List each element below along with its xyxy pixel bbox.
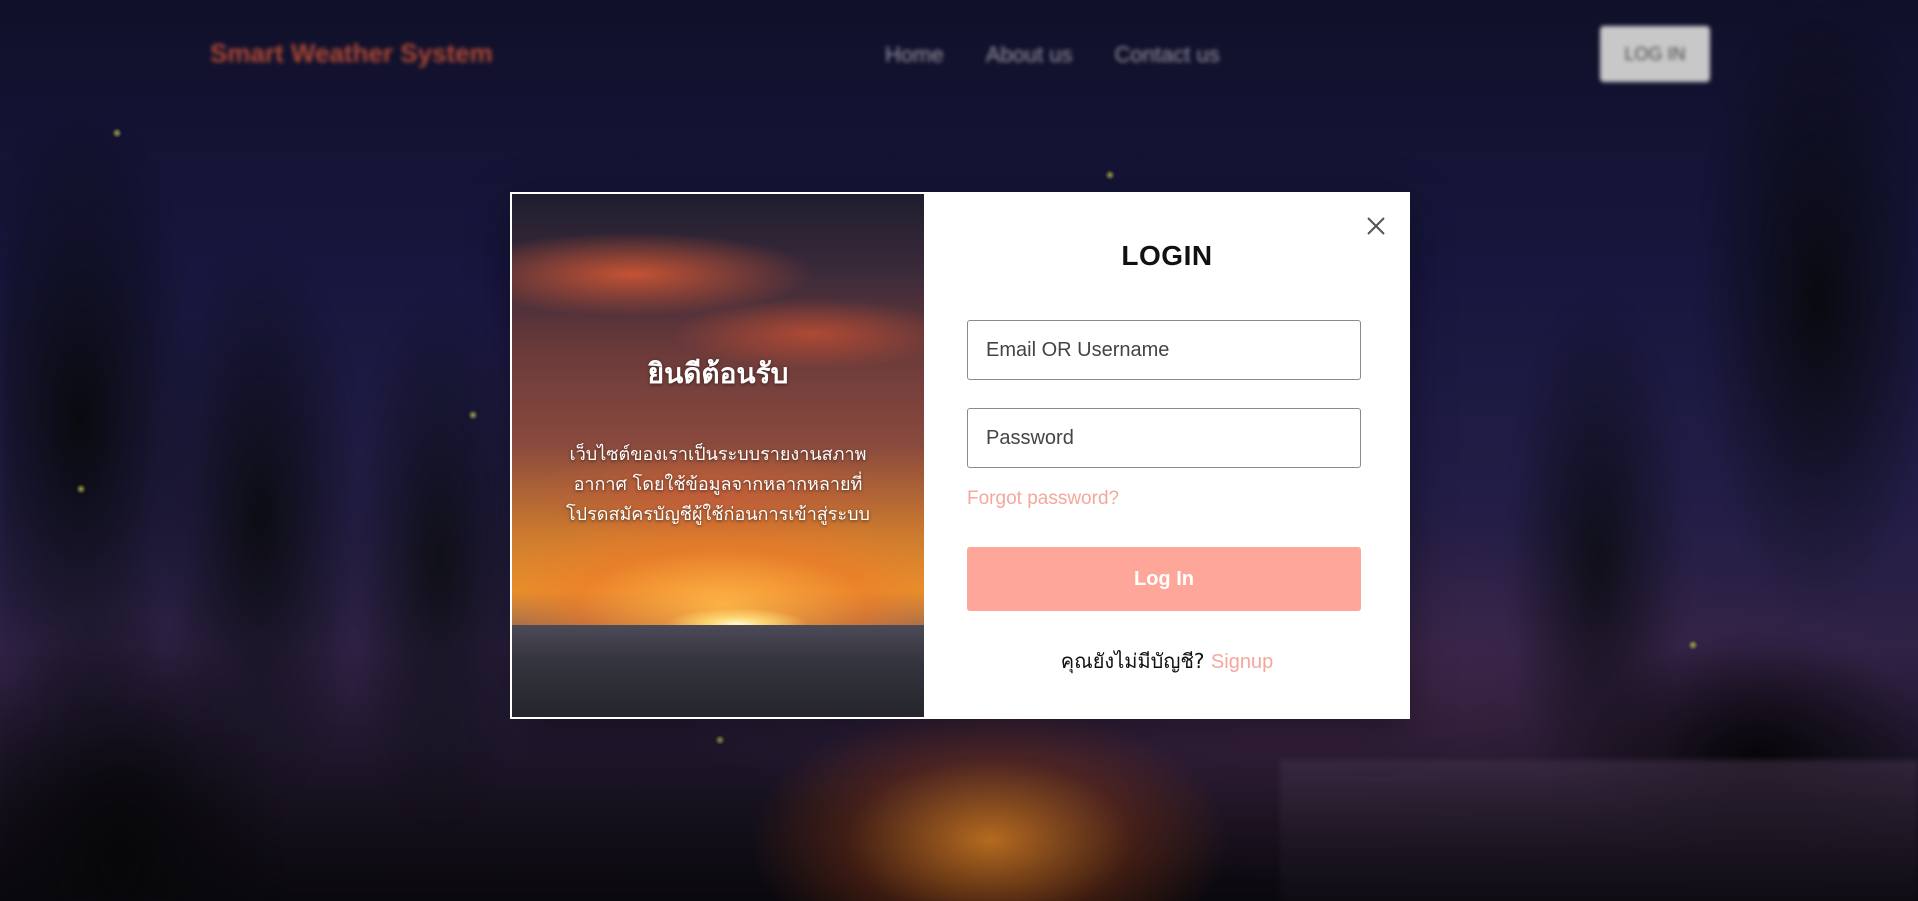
close-icon xyxy=(1367,217,1385,235)
sunset-hills xyxy=(512,625,924,717)
sunset-image-panel: ยินดีต้อนรับ เว็บไซต์ของเราเป็นระบบรายงา… xyxy=(512,194,924,717)
welcome-title: ยินดีต้อนรับ xyxy=(647,357,789,390)
welcome-text: เว็บไซต์ของเราเป็นระบบรายงานสภาพอากาศ โด… xyxy=(566,444,870,525)
signup-prompt: คุณยังไม่มีบัญชี? Signup xyxy=(924,645,1410,677)
password-field[interactable] xyxy=(967,408,1361,468)
form-title: LOGIN xyxy=(1121,240,1213,271)
email-username-field[interactable] xyxy=(967,320,1361,380)
signup-link[interactable]: Signup xyxy=(1211,651,1273,673)
login-form: LOGIN Forgot password? Log In คุณยังไม่ม… xyxy=(924,192,1410,719)
no-account-text: คุณยังไม่มีบัญชี? xyxy=(1060,649,1205,673)
page-background: Smart Weather System Home About us Conta… xyxy=(0,0,1918,901)
forgot-password-link[interactable]: Forgot password? xyxy=(967,488,1119,510)
login-modal: ยินดีต้อนรับ เว็บไซต์ของเราเป็นระบบรายงา… xyxy=(510,192,1410,719)
login-submit-button[interactable]: Log In xyxy=(967,547,1361,611)
close-button[interactable] xyxy=(1362,212,1390,240)
